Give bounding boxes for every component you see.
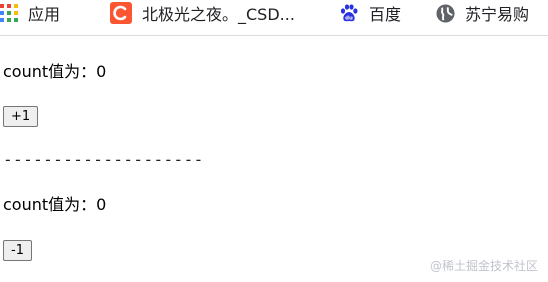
bookmark-label: 应用 (28, 5, 61, 24)
count-display-b: count值为：0 (3, 195, 107, 214)
bookmark-label: 百度 (369, 5, 402, 24)
apps-grid-icon (0, 4, 18, 22)
increment-button[interactable]: +1 (3, 106, 39, 127)
svg-text:du: du (345, 15, 353, 21)
bookmark-baidu[interactable]: du 百度 (339, 0, 401, 26)
bookmark-apps[interactable]: 应用 (0, 0, 60, 26)
bookmark-csdn[interactable]: 北极光之夜。_CSD... (110, 0, 295, 26)
bookmarks-bar: 应用 北极光之夜。_CSD... du 百度 苏宁易购 (0, 0, 548, 36)
decrement-button[interactable]: -1 (3, 240, 32, 261)
baidu-paw-icon: du (340, 4, 358, 21)
count-display-a: count值为：0 (3, 62, 107, 81)
bookmark-label: 苏宁易购 (465, 5, 530, 24)
watermark: @稀土掘金技术社区 (429, 259, 538, 273)
bookmark-label: 北极光之夜。_CSD... (142, 5, 295, 24)
csdn-icon (110, 2, 132, 24)
bookmark-suning[interactable]: 苏宁易购 (436, 0, 529, 26)
globe-icon (436, 3, 455, 23)
separator-line: -------------------- (3, 150, 204, 169)
